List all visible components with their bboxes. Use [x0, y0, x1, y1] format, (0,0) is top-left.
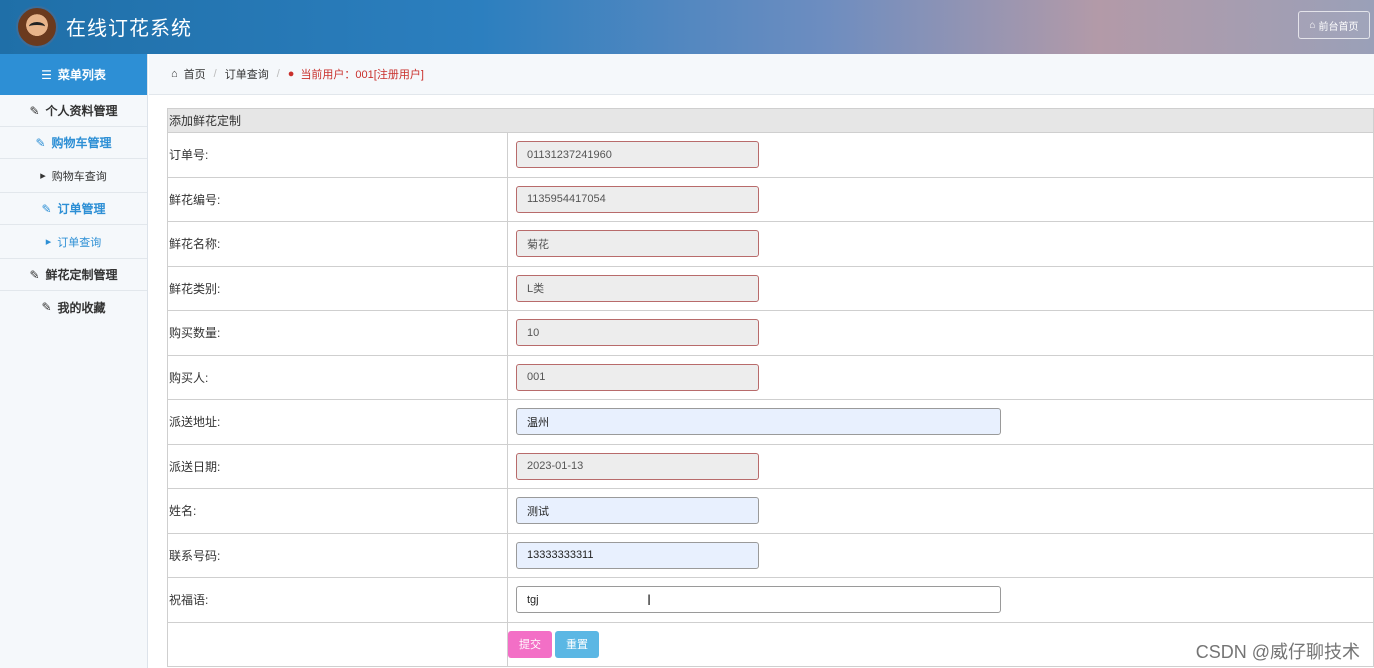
form-row: 购买数量: 10: [167, 310, 1374, 356]
field-label: 鲜花类别:: [167, 265, 508, 311]
home-icon: ⌂: [171, 68, 178, 80]
field-label: 派送地址:: [167, 399, 508, 445]
flower-name-field[interactable]: 菊花: [516, 230, 759, 258]
sidebar-item-custom-flower[interactable]: ✎ 鲜花定制管理: [0, 259, 147, 291]
breadcrumb-page[interactable]: 订单查询: [225, 66, 269, 82]
current-user: 当前用户：001[注册用户]: [300, 69, 424, 81]
field-label: 订单号:: [167, 132, 508, 178]
field-label: 购买人:: [167, 354, 508, 400]
caret-right-icon: ▸: [40, 170, 46, 182]
reset-button[interactable]: 重置: [555, 630, 599, 658]
form-row: 姓名: 测试: [167, 488, 1374, 534]
app-title: 在线订花系统: [66, 18, 192, 40]
sidebar-item-cart-query[interactable]: ▸ 购物车查询: [0, 159, 147, 193]
sidebar-item-label: 我的收藏: [57, 300, 106, 315]
sidebar-item-profile[interactable]: ✎ 个人资料管理: [0, 95, 147, 127]
list-icon: ☰: [41, 67, 52, 82]
sidebar-item-label: 订单查询: [57, 236, 102, 249]
edit-icon: ✎: [29, 267, 40, 282]
form-row: 购买人: 001: [167, 354, 1374, 400]
front-home-button[interactable]: ⌂ 前台首页: [1298, 11, 1370, 39]
name-field[interactable]: 测试: [516, 497, 759, 525]
menu-header: ☰ 菜单列表: [0, 54, 147, 95]
form-table: 订单号: 01131237241960 鲜花编号: 1135954417054 …: [167, 132, 1374, 667]
form-row: 鲜花编号: 1135954417054: [167, 176, 1374, 222]
empty-cell: [167, 621, 508, 667]
form-row: 祝福语: tgj Ⅰ: [167, 577, 1374, 623]
sidebar: ☰ 菜单列表 ✎ 个人资料管理 ✎ 购物车管理 ▸ 购物车查询 ✎ 订单管理 ▸…: [0, 54, 148, 668]
form-row: 派送地址: 温州: [167, 399, 1374, 445]
field-label: 购买数量:: [167, 310, 508, 356]
breadcrumb-home[interactable]: 首页: [184, 66, 206, 82]
edit-icon: ✎: [41, 201, 52, 216]
blessing-value: tgj: [527, 593, 539, 606]
sidebar-item-order-query[interactable]: ▸ 订单查询: [0, 225, 147, 259]
form-row: 派送日期: 2023-01-13: [167, 443, 1374, 489]
form-actions-row: 提交 重置: [167, 621, 1374, 667]
user-icon: ●: [287, 68, 295, 80]
home-icon: ⌂: [1309, 19, 1316, 31]
blessing-field[interactable]: tgj Ⅰ: [516, 586, 1001, 614]
text-cursor-icon: Ⅰ: [647, 592, 652, 609]
sidebar-item-favorites[interactable]: ✎ 我的收藏: [0, 291, 147, 323]
phone-field[interactable]: 13333333311: [516, 541, 759, 569]
form-row: 鲜花类别: L类: [167, 265, 1374, 311]
sidebar-item-cart[interactable]: ✎ 购物车管理: [0, 127, 147, 159]
delivery-date-field[interactable]: 2023-01-13: [516, 452, 759, 480]
sidebar-item-label: 鲜花定制管理: [45, 268, 118, 282]
breadcrumb: ⌂ 首页 / 订单查询 / ● 当前用户：001[注册用户]: [149, 54, 1374, 95]
form-row: 订单号: 01131237241960: [167, 132, 1374, 178]
caret-right-icon: ▸: [45, 236, 52, 248]
edit-icon: ✎: [41, 300, 52, 314]
sidebar-item-label: 订单管理: [57, 202, 106, 216]
top-header: 在线订花系统 ⌂ 前台首页: [0, 0, 1374, 54]
sidebar-item-orders[interactable]: ✎ 订单管理: [0, 193, 147, 225]
form-row: 鲜花名称: 菊花: [167, 221, 1374, 267]
field-label: 联系号码:: [167, 532, 508, 578]
field-label: 鲜花编号:: [167, 176, 508, 222]
edit-icon: ✎: [29, 103, 40, 118]
form-panel: 添加鲜花定制 订单号: 01131237241960 鲜花编号: 1135954…: [167, 108, 1374, 667]
field-label: 派送日期:: [167, 443, 508, 489]
buyer-field[interactable]: 001: [516, 363, 759, 391]
sidebar-item-label: 购物车管理: [51, 136, 112, 150]
field-label: 姓名:: [167, 488, 508, 534]
field-label: 鲜花名称:: [167, 221, 508, 267]
sidebar-item-label: 个人资料管理: [45, 104, 118, 118]
quantity-field[interactable]: 10: [516, 319, 759, 347]
breadcrumb-separator: /: [276, 68, 280, 80]
field-label: 祝福语:: [167, 577, 508, 623]
delivery-address-field[interactable]: 温州: [516, 408, 1001, 436]
form-row: 联系号码: 13333333311: [167, 532, 1374, 578]
logo-avatar: [16, 6, 58, 48]
submit-button[interactable]: 提交: [508, 630, 552, 658]
flower-id-field[interactable]: 1135954417054: [516, 185, 759, 213]
sidebar-item-label: 购物车查询: [51, 170, 107, 183]
form-heading: 添加鲜花定制: [167, 108, 1374, 132]
front-home-label: 前台首页: [1318, 21, 1359, 33]
order-number-field[interactable]: 01131237241960: [516, 141, 759, 169]
edit-icon: ✎: [35, 135, 46, 150]
flower-category-field[interactable]: L类: [516, 274, 759, 302]
breadcrumb-separator: /: [213, 68, 217, 80]
menu-title: 菜单列表: [57, 68, 106, 82]
watermark: CSDN @威仔聊技术: [1195, 642, 1360, 662]
